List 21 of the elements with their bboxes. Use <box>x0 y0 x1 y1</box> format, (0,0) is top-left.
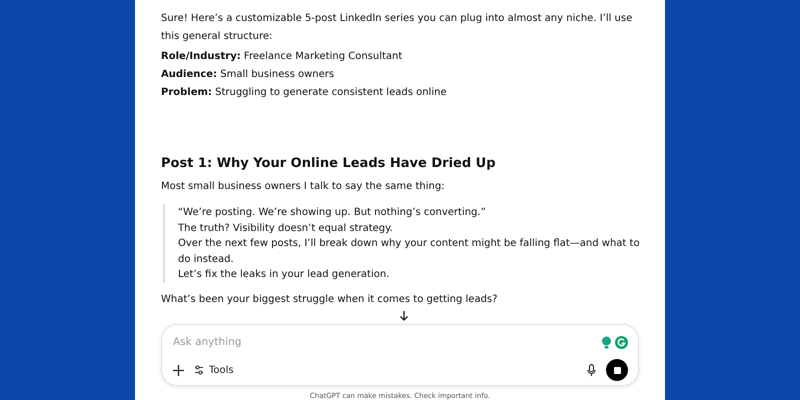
quote-line: “We’re posting. We’re showing up. But nothing’s converting.” <box>178 206 487 220</box>
quote-line: Let’s fix the leaks in your lead generation. <box>178 268 390 282</box>
quote-line: The truth? Visibility doesn’t equal strategy. <box>178 222 394 236</box>
stop-icon <box>614 366 620 374</box>
bulb-icon[interactable] <box>601 336 612 348</box>
post-heading: Post 1: Why Your Online Leads Have Dried Up <box>161 155 497 173</box>
post-question: What’s been your biggest struggle when it comes to getting leads? <box>161 292 498 306</box>
post-paragraph: Most small business owners I talk to say the same thing: <box>161 180 446 194</box>
detail-line: Problem: Struggling to generate consistent leads online <box>161 86 448 100</box>
stop-button[interactable] <box>606 359 628 381</box>
tools-button[interactable]: Tools <box>194 364 234 376</box>
quote-line: Over the next few posts, I’ll break down why your content might be falling flat—and what to do instead. <box>178 237 641 266</box>
detail-line: Role/Industry: Freelance Marketing Consultant <box>161 50 404 64</box>
message-input[interactable]: Ask anything <box>173 336 598 348</box>
sliders-icon <box>194 365 204 375</box>
plus-icon[interactable] <box>173 364 184 376</box>
intro-paragraph: Sure! Here’s a customizable 5-post LinkedIn series you can plug into almost any niche. I’ll use this general structure: <box>161 12 634 44</box>
detail-line: Audience: Small business owners <box>161 68 336 82</box>
g-logo-icon[interactable] <box>615 336 628 348</box>
scroll-down-icon[interactable] <box>399 310 409 321</box>
microphone-icon[interactable] <box>587 364 596 376</box>
